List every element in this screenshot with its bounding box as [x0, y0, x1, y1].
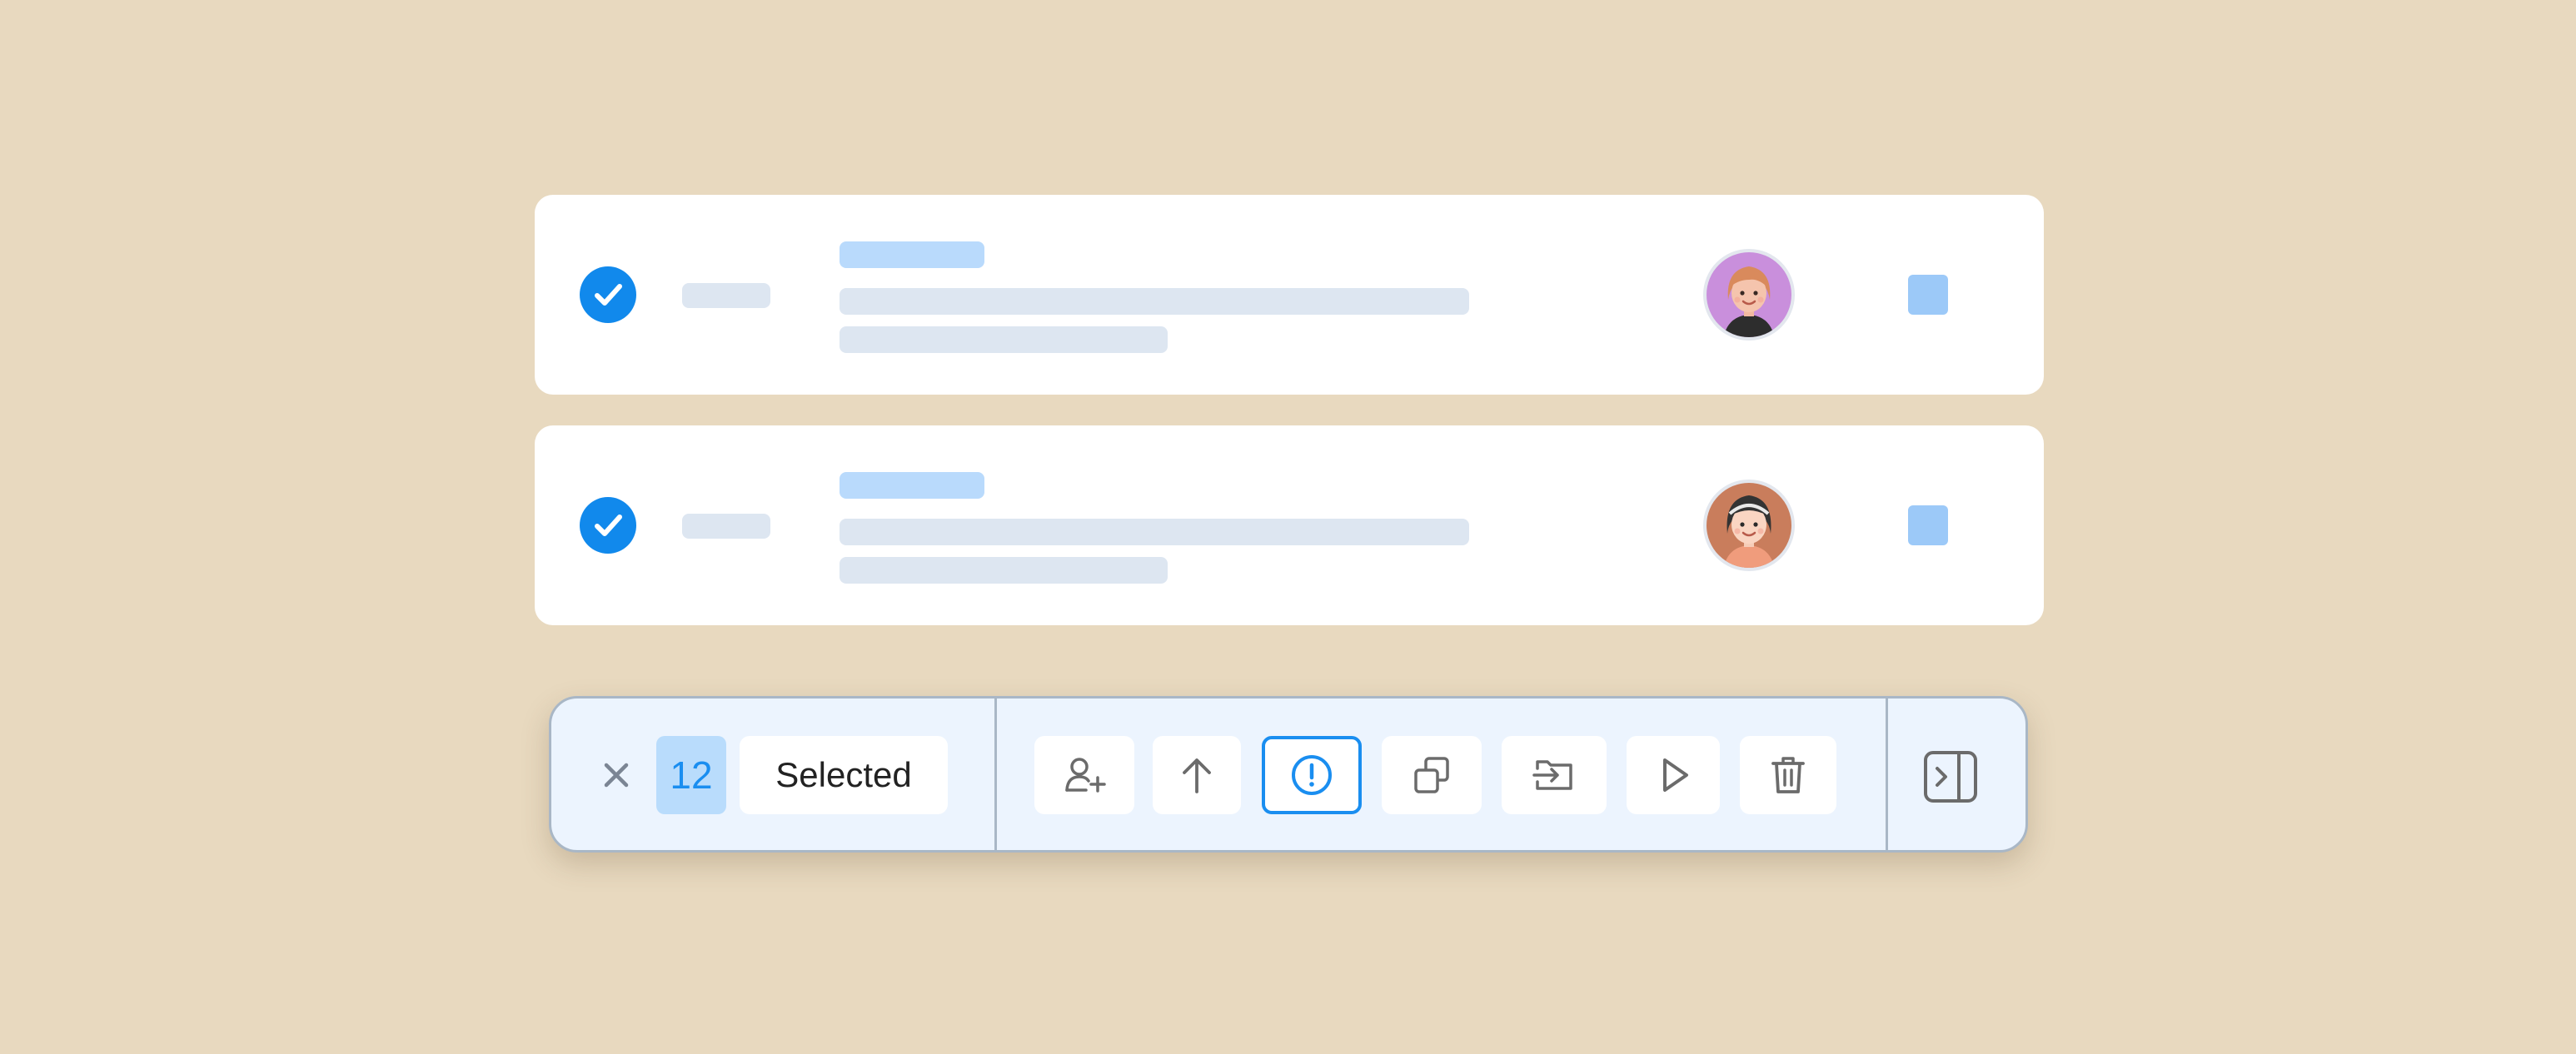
bulk-action-toolbar: 12 Selected: [549, 696, 2028, 853]
avatar[interactable]: [1702, 479, 1796, 572]
avatar-woman-headband-icon: [1703, 480, 1795, 571]
alert-circle-icon: [1292, 755, 1332, 795]
move-up-button[interactable]: [1153, 736, 1241, 814]
play-icon: [1663, 758, 1688, 792]
row-checkbox[interactable]: [580, 266, 636, 323]
checkmark-icon: [595, 284, 622, 306]
mark-priority-button[interactable]: [1262, 736, 1362, 814]
checkmark-icon: [595, 515, 622, 536]
trash-icon: [1771, 757, 1805, 793]
move-to-folder-icon: [1532, 760, 1572, 790]
row-text-placeholder: [840, 557, 1168, 584]
row-checkbox[interactable]: [580, 497, 636, 554]
arrow-up-icon: [1183, 758, 1211, 793]
row-title-placeholder: [840, 241, 984, 268]
move-to-folder-button[interactable]: [1502, 736, 1607, 814]
list-row[interactable]: [535, 195, 2044, 395]
expand-panel-icon: [1924, 751, 1977, 803]
list-row[interactable]: [535, 425, 2044, 625]
row-text-placeholder: [840, 288, 1469, 315]
assign-user-button[interactable]: [1034, 736, 1134, 814]
row-id-placeholder: [682, 283, 770, 308]
avatar-woman-purple-icon: [1703, 249, 1795, 341]
avatar[interactable]: [1702, 248, 1796, 341]
row-title-placeholder: [840, 472, 984, 499]
duplicate-button[interactable]: [1382, 736, 1482, 814]
toolbar-divider: [1886, 699, 1888, 850]
toolbar-divider: [994, 699, 997, 850]
clear-selection-button[interactable]: [591, 750, 641, 800]
open-side-panel-button[interactable]: [1921, 747, 1981, 807]
row-status-square: [1908, 505, 1948, 545]
row-status-square: [1908, 275, 1948, 315]
row-text-placeholder: [840, 519, 1469, 545]
row-id-placeholder: [682, 514, 770, 539]
run-button[interactable]: [1627, 736, 1720, 814]
add-user-icon: [1065, 758, 1106, 793]
row-text-placeholder: [840, 326, 1168, 353]
close-icon: [604, 763, 629, 788]
delete-button[interactable]: [1740, 736, 1836, 814]
selected-label: Selected: [740, 736, 948, 814]
duplicate-icon: [1414, 757, 1449, 793]
selected-count-badge: 12: [656, 736, 726, 814]
